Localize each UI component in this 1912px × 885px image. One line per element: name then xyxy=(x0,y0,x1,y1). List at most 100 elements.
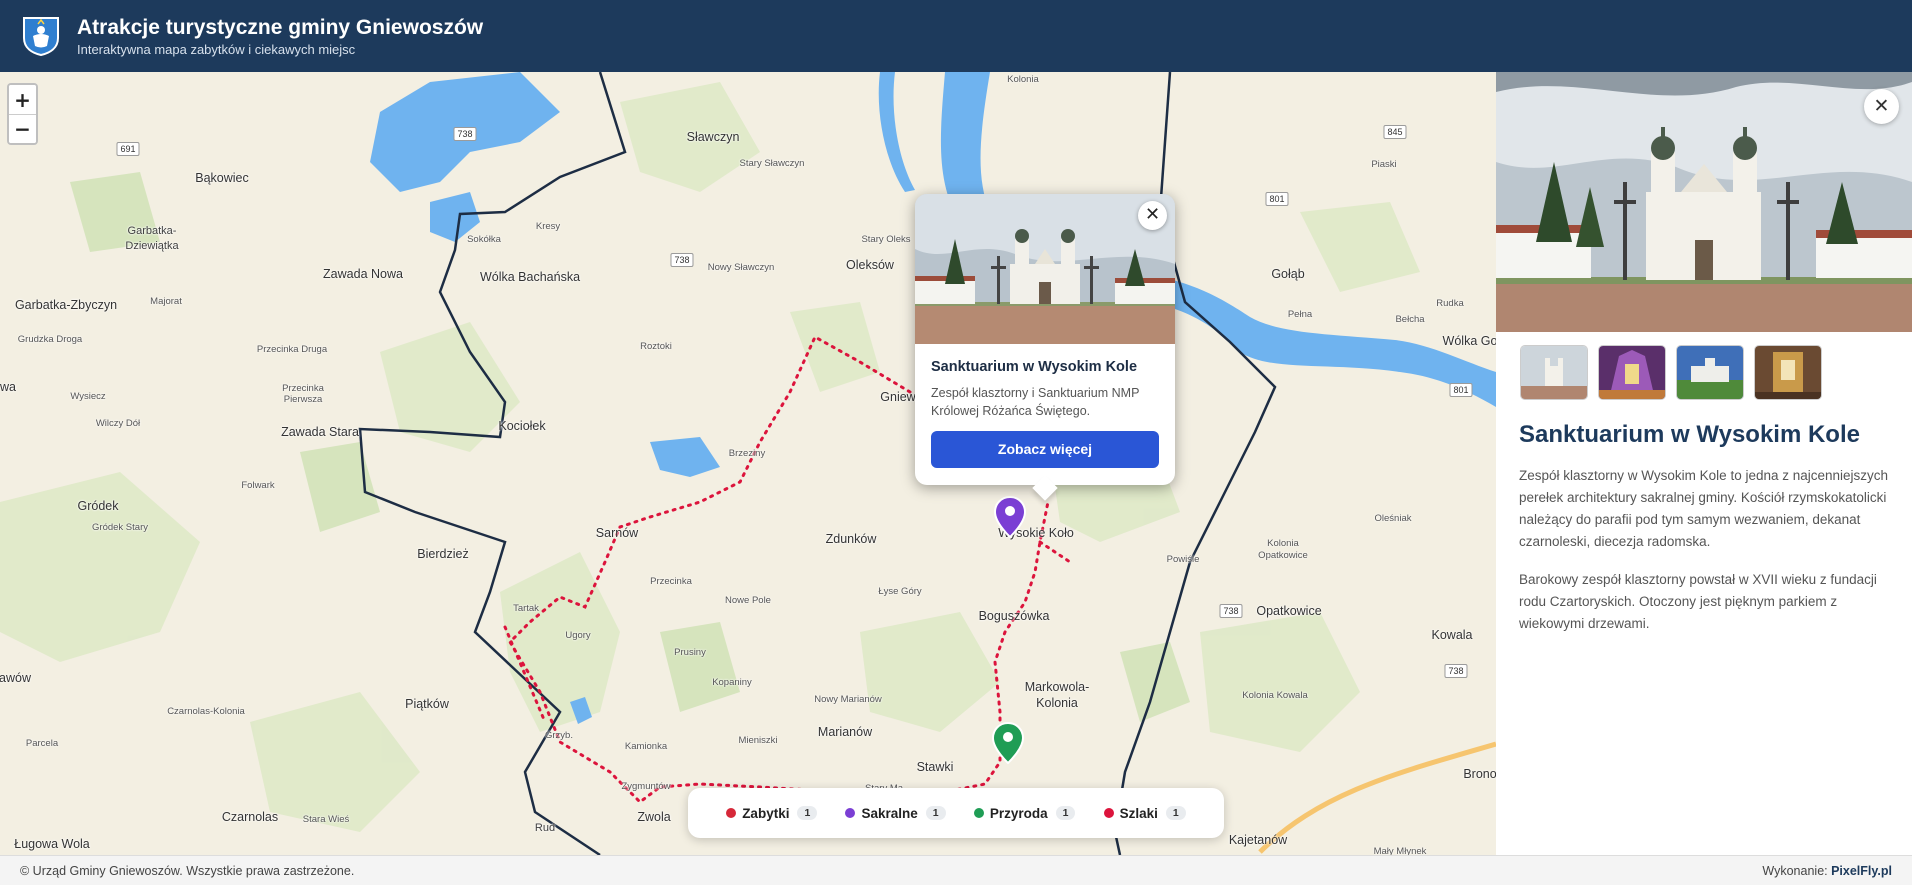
place-label: Sokółka xyxy=(467,234,501,245)
place-label: Łyse Góry xyxy=(878,586,922,597)
place-label: Mieniszki xyxy=(738,735,778,746)
thumbnail-4[interactable] xyxy=(1755,346,1821,399)
place-label: Mały Młynek xyxy=(1373,846,1427,855)
sacral-marker-icon[interactable] xyxy=(994,496,1026,538)
place-label: Czarnolas-Kolonia xyxy=(167,706,245,717)
legend-dot xyxy=(1103,808,1114,818)
legend-label: Zabytki xyxy=(742,805,790,821)
place-label: Tartak xyxy=(513,603,539,614)
app-header: Atrakcje turystyczne gminy Gniewoszów In… xyxy=(0,0,1912,72)
legend-item-nature[interactable]: Przyroda 1 xyxy=(973,805,1076,821)
place-label: Kolonia Kowala xyxy=(1242,690,1308,701)
place-label: Przecinka Druga xyxy=(256,344,328,355)
legend-count: 1 xyxy=(1055,806,1076,820)
place-label: Dziewiątka xyxy=(125,240,179,252)
place-label: Piaski xyxy=(1371,159,1397,170)
place-label: Kopaniny xyxy=(712,677,752,688)
sidebar-main-photo xyxy=(1496,72,1912,332)
road-number-label: 801 xyxy=(1265,192,1289,206)
road-number-label: 845 xyxy=(1383,125,1407,139)
sidebar-close-button[interactable]: ✕ xyxy=(1864,89,1899,124)
place-label: Gródek Stary xyxy=(92,522,148,533)
place-label: Kresy xyxy=(535,221,561,232)
see-more-button[interactable]: Zobacz więcej xyxy=(931,431,1159,468)
place-label: Grzyb. xyxy=(545,730,573,741)
sidebar-paragraph: Zespół klasztorny w Wysokim Kole to jedn… xyxy=(1519,468,1889,549)
place-label: Stary Oleks xyxy=(861,234,911,245)
place-popup: ✕ Sanktuarium w Wysokim Kole Zespół klas… xyxy=(915,194,1175,501)
legend-item-sacral[interactable]: Sakralne 1 xyxy=(845,806,946,821)
photo-thumbnails xyxy=(1521,346,1821,399)
place-label: Rud xyxy=(534,822,556,834)
sanctuary-photo-icon xyxy=(915,194,1175,344)
place-label: Ługowa Wola xyxy=(14,837,90,851)
place-label: Brono xyxy=(1463,767,1496,781)
legend-item-monuments[interactable]: Zabytki 1 xyxy=(726,805,818,821)
place-label: Pierwsza xyxy=(283,394,323,405)
place-label: Wilczy Dół xyxy=(95,418,141,429)
place-label: Bąkowiec xyxy=(195,171,249,185)
place-label: Majorat xyxy=(150,296,182,307)
nature-marker-icon[interactable] xyxy=(992,722,1024,764)
place-label: Grudzka Droga xyxy=(17,334,83,345)
legend-count: 1 xyxy=(1165,806,1186,820)
place-label: Stara Wieś xyxy=(302,814,350,825)
thumbnail-3[interactable] xyxy=(1677,346,1743,399)
place-label: Zawada Stara xyxy=(281,425,359,439)
page-footer: © Urząd Gminy Gniewoszów. Wszystkie praw… xyxy=(0,855,1912,885)
place-label: Garbatka- xyxy=(127,225,177,237)
place-label: Brzeziny xyxy=(728,448,766,459)
page-title: Atrakcje turystyczne gminy Gniewoszów xyxy=(77,15,484,39)
footer-copyright: © Urząd Gminy Gniewoszów. Wszystkie praw… xyxy=(20,863,355,878)
zoom-control: + − xyxy=(7,83,38,145)
place-label: Boguszówka xyxy=(978,609,1050,623)
legend-dot xyxy=(726,808,737,818)
place-label: Kajetanów xyxy=(1228,833,1288,847)
place-label: Rudka xyxy=(1436,298,1464,309)
place-label: Nowe Pole xyxy=(725,595,771,606)
road-number-label: 738 xyxy=(1444,664,1468,678)
place-label: Bierdzież xyxy=(417,547,469,561)
sanctuary-main-photo-icon xyxy=(1496,72,1912,332)
thumbnail-1[interactable] xyxy=(1521,346,1587,399)
footer-credit: Wykonanie: PixelFly.pl xyxy=(1762,864,1892,878)
place-label: Prusiny xyxy=(674,647,706,658)
place-label: Bełcha xyxy=(1395,314,1425,325)
place-label: Piątków xyxy=(405,697,449,711)
details-sidebar: ✕ Sanktuarium w Wysokim Kole Zespół klas… xyxy=(1496,72,1912,855)
thumbnail-altar-icon xyxy=(1755,346,1821,399)
place-label: Marianów xyxy=(817,725,873,739)
place-label: Oleśniak xyxy=(1374,513,1412,524)
place-label: Stary Sławczyn xyxy=(739,158,805,169)
coat-of-arms-icon xyxy=(23,17,59,56)
place-label: Parcela xyxy=(25,738,59,749)
place-label: Markowola- xyxy=(1024,680,1090,694)
place-label: Sławczyn xyxy=(686,130,740,144)
interactive-map[interactable]: Bąkowiec Garbatka- Dziewiątka Zawada Nowa Wó… xyxy=(0,72,1496,855)
place-label: Gołąb xyxy=(1271,267,1305,281)
place-label: Wólka Bachańska xyxy=(479,270,581,284)
page-subtitle: Interaktywna mapa zabytków i ciekawych m… xyxy=(77,41,356,57)
place-label: Zdunków xyxy=(825,532,877,546)
place-label: Nowy Sławczyn xyxy=(707,262,775,273)
place-label: Wysiecz xyxy=(70,391,106,402)
footer-brand-link[interactable]: PixelFly.pl xyxy=(1831,864,1892,878)
place-label: Gródek xyxy=(77,499,119,513)
legend-item-trails[interactable]: Szlaki 1 xyxy=(1103,805,1186,821)
legend-label: Przyroda xyxy=(989,805,1048,821)
place-label: Pełna xyxy=(1287,309,1313,320)
place-label: Kowala xyxy=(1431,628,1473,642)
popup-photo xyxy=(915,194,1175,344)
thumbnail-2[interactable] xyxy=(1599,346,1665,399)
place-label: Powiśle xyxy=(1166,554,1200,565)
place-label: Zwola xyxy=(637,810,671,824)
legend-label: Szlaki xyxy=(1119,805,1158,821)
legend-dot xyxy=(845,808,856,818)
place-label: Garbatka-Zbyczyn xyxy=(14,298,118,312)
place-label: Opatkowice xyxy=(1256,604,1322,618)
place-label: wa xyxy=(0,380,16,394)
popup-close-button[interactable]: ✕ xyxy=(1138,201,1167,230)
zoom-in-button[interactable]: + xyxy=(9,85,36,114)
zoom-out-button[interactable]: − xyxy=(9,114,36,143)
place-label: Folwark xyxy=(241,480,275,491)
